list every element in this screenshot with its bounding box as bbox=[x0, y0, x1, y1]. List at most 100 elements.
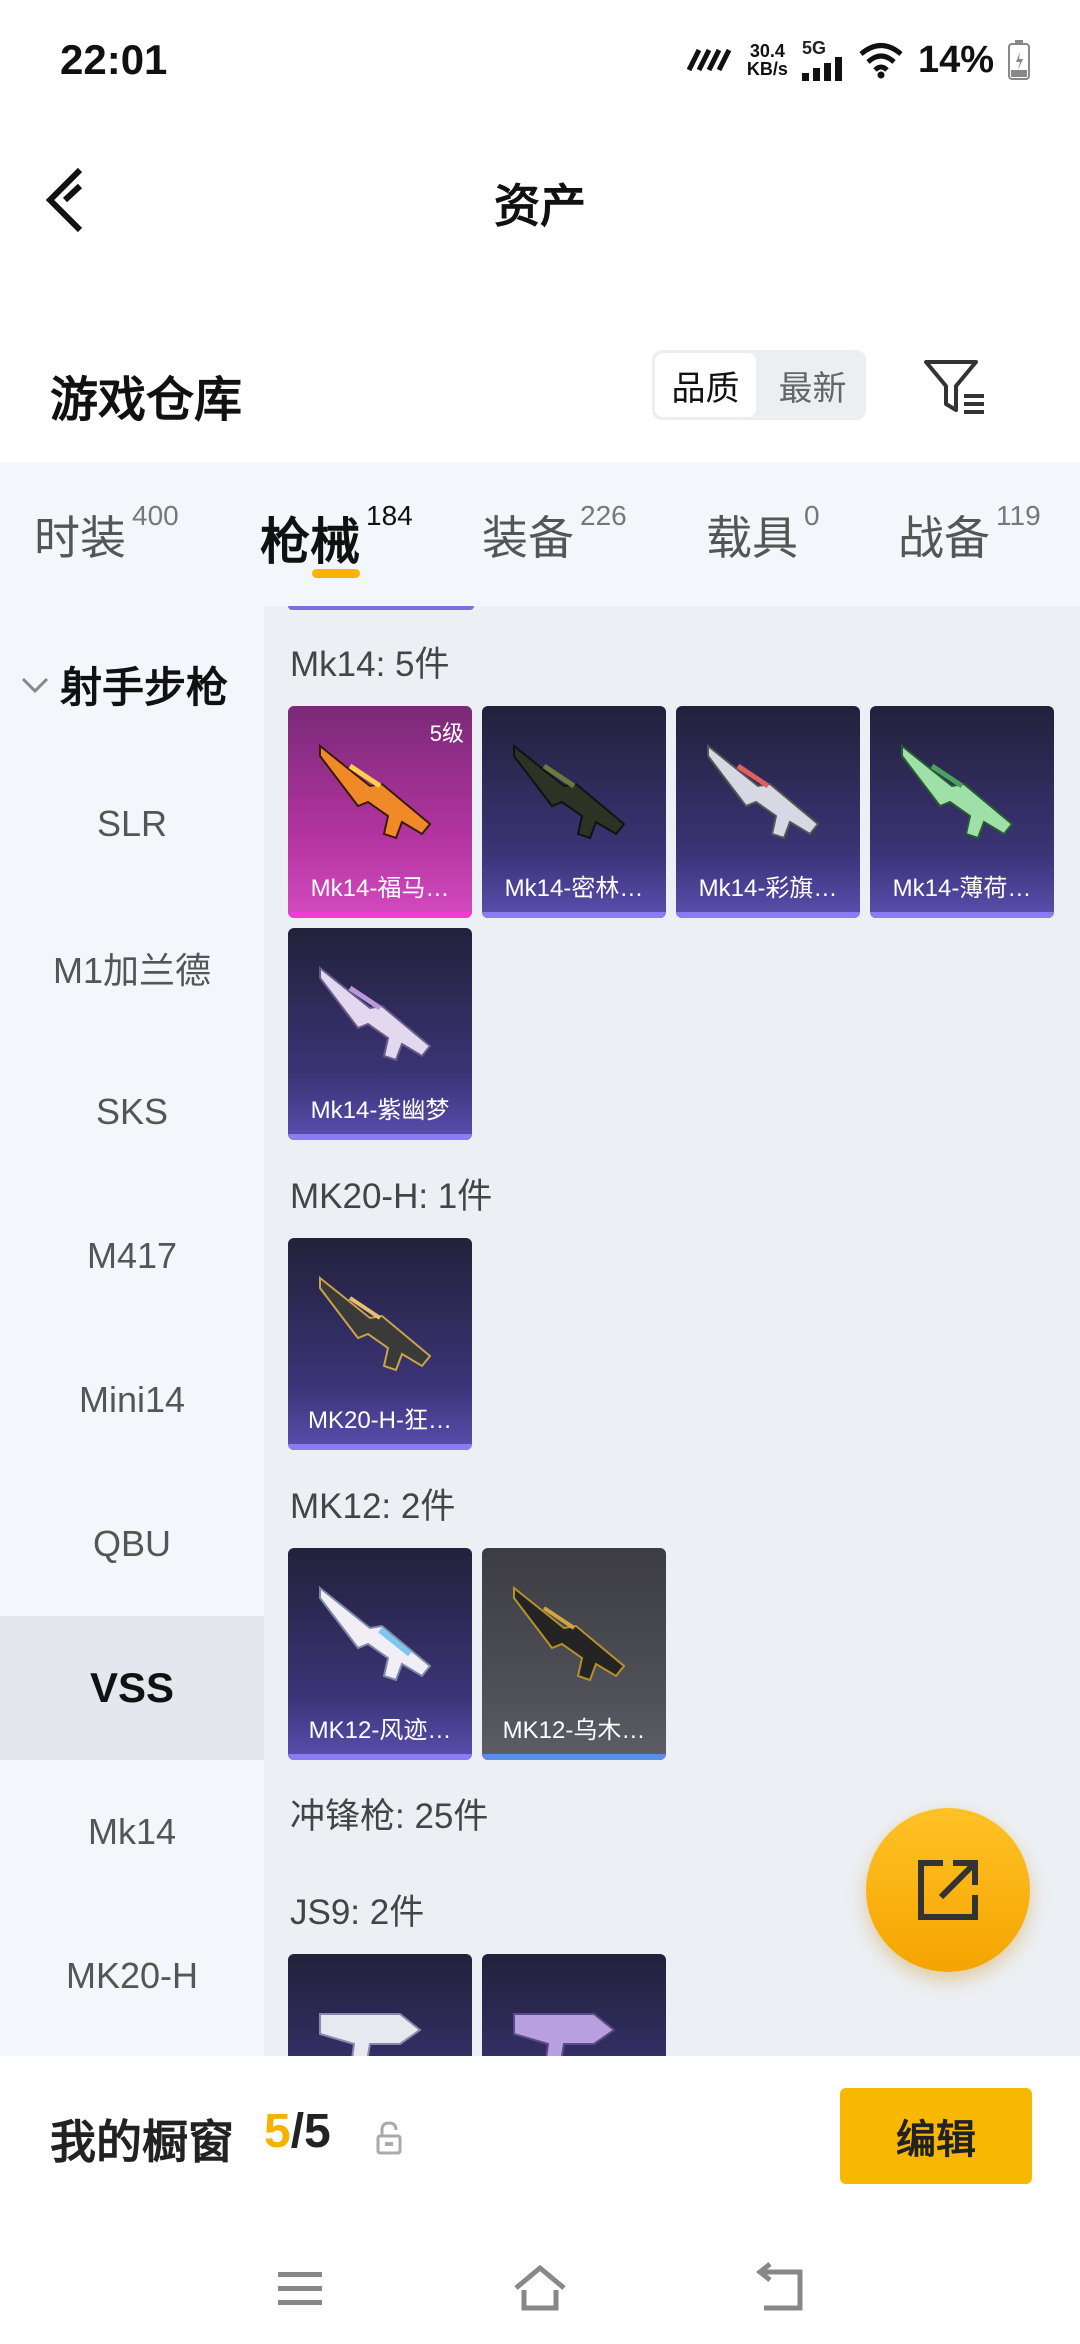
sidebar-item-qbu[interactable]: QBU bbox=[0, 1472, 264, 1616]
showcase-current: 5 bbox=[264, 2105, 291, 2158]
skin-name: Mk14-薄荷… bbox=[892, 875, 1032, 902]
share-icon bbox=[918, 1860, 978, 1920]
gun-image bbox=[319, 1585, 432, 1682]
gun-image bbox=[319, 965, 432, 1062]
skin-card[interactable]: 5级 Mk14-福马… bbox=[288, 706, 472, 918]
skin-card[interactable] bbox=[482, 1954, 666, 2056]
showcase-total: 5 bbox=[304, 2105, 331, 2158]
signal-icon bbox=[801, 57, 842, 81]
level-badge: 5级 bbox=[429, 721, 464, 746]
section-title: MK20-H: 1件 bbox=[290, 1177, 493, 1216]
status-bar: 22:01 30.4 KB/s 5G 14% bbox=[0, 0, 1080, 120]
skin-card[interactable]: Mk14-紫幽梦 bbox=[288, 928, 472, 1140]
warehouse-title: 游戏仓库 bbox=[50, 374, 243, 427]
sidebar-item-vss[interactable]: VSS bbox=[0, 1616, 264, 1760]
section-title: JS9: 2件 bbox=[290, 1893, 425, 1932]
sidebar-item-mk20-h[interactable]: MK20-H bbox=[0, 1904, 264, 2048]
gun-image bbox=[319, 2013, 422, 2056]
gun-image bbox=[319, 1275, 432, 1372]
gun-image bbox=[513, 743, 626, 840]
gun-image bbox=[901, 743, 1014, 840]
battery-icon bbox=[1008, 40, 1030, 80]
weapon-type-sidebar: 射手步枪 SLR M1加兰德 SKS M417 Mini14 QBU VSS M… bbox=[0, 606, 264, 2056]
showcase-count: 5/5 bbox=[264, 2104, 331, 2159]
sidebar-item-mini14[interactable]: Mini14 bbox=[0, 1328, 264, 1472]
return-icon[interactable] bbox=[750, 2258, 810, 2318]
tab-fashion[interactable]: 时装 400 bbox=[34, 500, 179, 568]
chevron-down-icon bbox=[21, 677, 49, 693]
rarity-bar bbox=[870, 912, 1054, 918]
home-icon[interactable] bbox=[510, 2258, 570, 2318]
tab-firearms[interactable]: 枪械 184 bbox=[260, 500, 413, 574]
previous-card-edge bbox=[288, 606, 474, 610]
skin-card[interactable]: Mk14-密林… bbox=[482, 706, 666, 918]
skin-card[interactable]: MK12-风迹… bbox=[288, 1548, 472, 1760]
skin-name: Mk14-密林… bbox=[504, 875, 644, 902]
sidebar-item-sks[interactable]: SKS bbox=[0, 1040, 264, 1184]
showcase-label: 我的橱窗 bbox=[50, 2116, 234, 2168]
skin-card[interactable]: MK12-乌木… bbox=[482, 1548, 666, 1760]
sidebar-item-m417[interactable]: M417 bbox=[0, 1184, 264, 1328]
tab-label: 载具 bbox=[706, 512, 798, 564]
tab-combat-gear[interactable]: 战备 119 bbox=[898, 500, 1041, 568]
tab-count: 0 bbox=[804, 500, 820, 531]
skin-name: MK20-H-狂… bbox=[307, 1407, 452, 1434]
warehouse-header: 游戏仓库 品质 最新 bbox=[0, 340, 1080, 460]
speed-value: 30.4 bbox=[749, 41, 785, 61]
tab-label: 战备 bbox=[898, 512, 990, 564]
tab-count: 400 bbox=[132, 500, 179, 531]
tab-label: 时装 bbox=[34, 512, 126, 564]
skin-name: Mk14-紫幽梦 bbox=[310, 1097, 450, 1124]
speed-unit: KB/s bbox=[746, 59, 788, 79]
section-title: 冲锋枪: 25件 bbox=[290, 1797, 489, 1836]
network-speed: 30.4 KB/s bbox=[747, 42, 788, 78]
section-title: MK12: 2件 bbox=[290, 1487, 456, 1526]
rarity-bar bbox=[288, 1754, 472, 1760]
tab-label: 枪械 bbox=[260, 514, 360, 570]
network-speed-logo-icon bbox=[686, 48, 732, 72]
tab-count: 226 bbox=[580, 500, 627, 531]
rarity-bar bbox=[482, 912, 666, 918]
showcase-separator: / bbox=[290, 2105, 305, 2158]
share-button[interactable] bbox=[866, 1808, 1030, 1972]
app-header: 资产 bbox=[0, 120, 1080, 280]
skin-card[interactable] bbox=[288, 1954, 472, 2056]
tab-equipment[interactable]: 装备 226 bbox=[482, 500, 627, 568]
skin-card[interactable]: Mk14-薄荷… bbox=[870, 706, 1054, 918]
lock-icon bbox=[376, 2121, 402, 2155]
sidebar-item-mk14[interactable]: Mk14 bbox=[0, 1760, 264, 1904]
skin-card[interactable]: MK20-H-狂… bbox=[288, 1238, 472, 1450]
category-tabs: 时装 400 枪械 184 装备 226 载具 0 战备 119 bbox=[0, 462, 1080, 606]
battery-text: 14% bbox=[917, 38, 994, 81]
tab-vehicles[interactable]: 载具 0 bbox=[706, 500, 820, 568]
page-title: 资产 bbox=[494, 180, 586, 232]
gun-image bbox=[513, 1585, 626, 1682]
sidebar-group-marksman-rifles[interactable]: 射手步枪 bbox=[20, 654, 228, 715]
system-nav-bar bbox=[0, 2232, 1080, 2344]
rarity-bar bbox=[288, 912, 472, 918]
gun-image bbox=[513, 2013, 616, 2056]
skin-name: MK12-乌木… bbox=[502, 1717, 646, 1744]
rarity-bar bbox=[288, 1444, 472, 1450]
sort-latest-button[interactable]: 最新 bbox=[762, 353, 863, 417]
gun-image bbox=[707, 743, 820, 840]
showcase-bar: 我的橱窗 5/5 编辑 bbox=[0, 2056, 1080, 2232]
wifi-icon bbox=[859, 43, 903, 79]
skin-name: MK12-风迹… bbox=[308, 1717, 452, 1744]
sidebar-item-m1-garand[interactable]: M1加兰德 bbox=[0, 896, 264, 1040]
sidebar-group-label: 射手步枪 bbox=[60, 664, 229, 711]
edit-button[interactable]: 编辑 bbox=[840, 2088, 1032, 2184]
skin-card[interactable]: Mk14-彩旗… bbox=[676, 706, 860, 918]
filter-button[interactable] bbox=[920, 354, 990, 420]
filter-icon bbox=[924, 360, 984, 414]
rarity-bar bbox=[482, 1754, 666, 1760]
sort-toggle: 品质 最新 bbox=[652, 350, 866, 420]
section-title: Mk14: 5件 bbox=[290, 645, 450, 684]
skin-name: Mk14-福马… bbox=[310, 875, 450, 902]
status-time: 22:01 bbox=[60, 36, 168, 83]
tab-count: 119 bbox=[996, 500, 1041, 531]
skin-name: Mk14-彩旗… bbox=[698, 875, 838, 902]
menu-icon[interactable] bbox=[270, 2258, 330, 2318]
sidebar-item-slr[interactable]: SLR bbox=[0, 752, 264, 896]
sort-quality-button[interactable]: 品质 bbox=[655, 353, 756, 417]
